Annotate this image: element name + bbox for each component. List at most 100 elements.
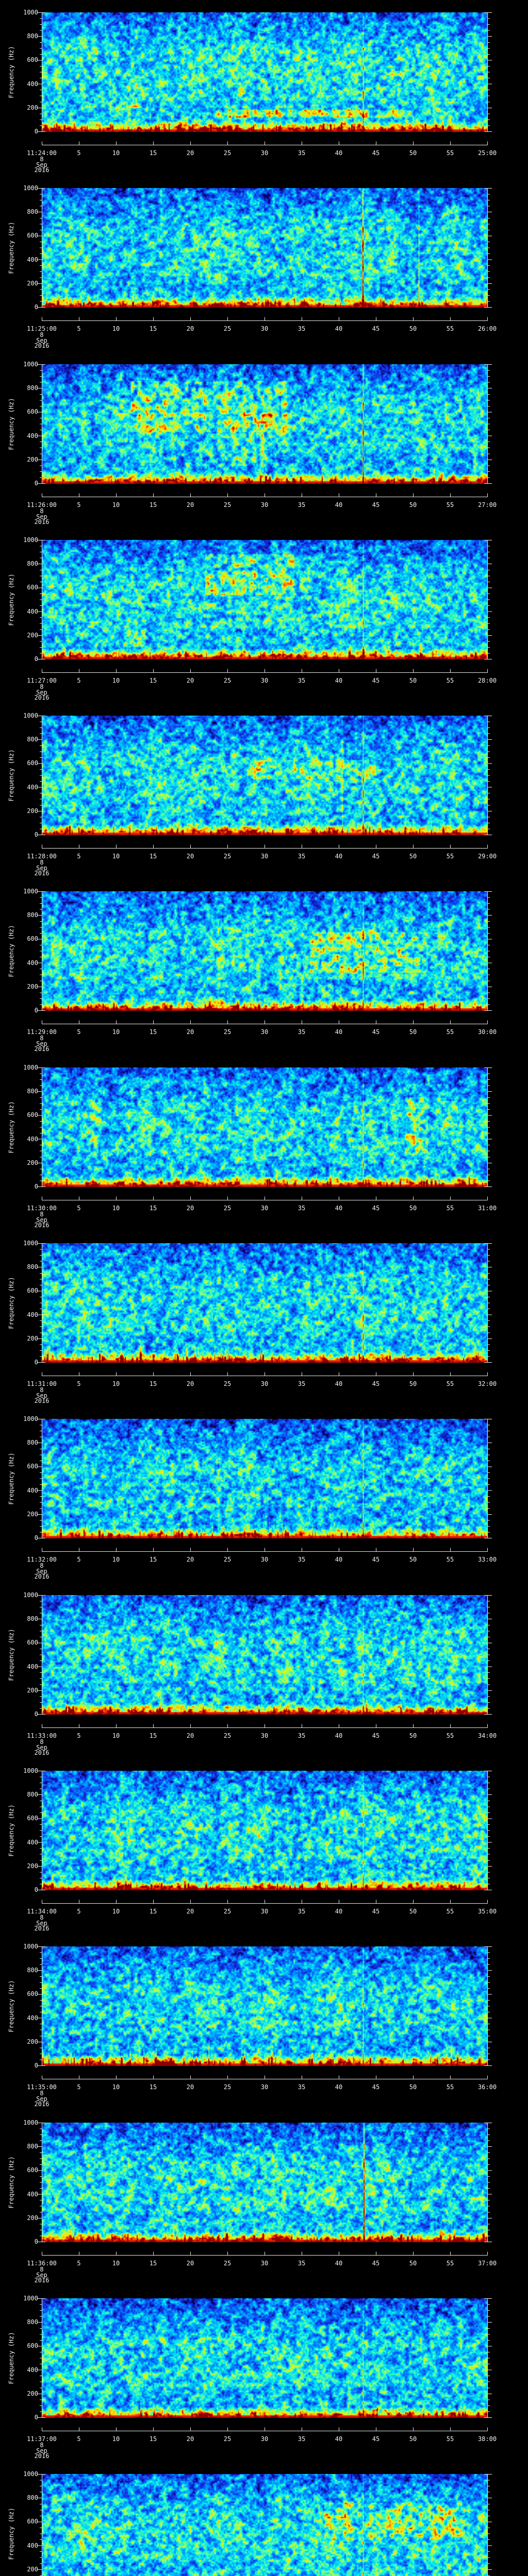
y-axis-title: Frequency (Hz) <box>8 925 15 977</box>
x-tick-label: 25 <box>223 1028 232 1036</box>
x-tick-label: 20 <box>186 853 194 860</box>
spectrogram-panel: Frequency (Hz)1000800600400200011:38:005… <box>0 2462 528 2576</box>
spectrogram-panel: Frequency (Hz) 1000 800 600 400 200 0 11:35:00 5… <box>0 1934 528 2110</box>
y-tick-label: 200 <box>27 631 38 639</box>
x-tick-label: 25 <box>223 1732 232 1739</box>
x-tick-label: 40 <box>335 677 343 684</box>
x-tick-label: 45 <box>372 1028 380 1036</box>
y-tick-label: 800 <box>27 1263 38 1271</box>
x-tick-label: 50 <box>409 1380 417 1387</box>
date-label: 8 Sep 2016 <box>35 1739 50 1755</box>
y-tick-label: 400 <box>27 1311 38 1318</box>
y-tick-label: 400 <box>27 2014 38 2022</box>
y-axis-title: Frequency (Hz) <box>8 398 15 450</box>
y-tick-label: 600 <box>27 2342 38 2350</box>
x-tick-label: 55 <box>446 2435 454 2443</box>
y-tick-label: 600 <box>27 1111 38 1119</box>
x-tick-label: 15 <box>149 2083 157 2091</box>
y-tick-label: 800 <box>27 1088 38 1095</box>
date-line: 2016 <box>34 166 50 174</box>
y-tick-label: 1000 <box>23 2470 38 2478</box>
x-tick-label: 25 <box>223 149 232 157</box>
date-label: 8 Sep 2016 <box>35 2090 50 2107</box>
date-label: 8 Sep 2016 <box>35 1035 50 1052</box>
y-tick-label: 600 <box>27 1815 38 1822</box>
y-tick-label: 1000 <box>23 1767 38 1774</box>
x-tick-label: 10 <box>112 2083 120 2091</box>
x-tick-label: 40 <box>335 1380 343 1387</box>
x-tick-label: 50 <box>409 1205 417 1212</box>
x-tick-label: 5 <box>77 2083 81 2091</box>
spectrogram-panel: Frequency (Hz) 1000 800 600 400 200 0 11:36:00 5… <box>0 2110 528 2286</box>
y-tick-label: 0 <box>34 1359 38 1366</box>
x-tick-label: 15 <box>149 677 157 684</box>
x-tick-label: 50 <box>409 2260 417 2267</box>
y-tick-label: 200 <box>27 1510 38 1518</box>
x-tick-label: 50 <box>409 149 417 157</box>
date-line: 2016 <box>34 2277 50 2284</box>
x-tick-label: 10 <box>112 325 120 332</box>
y-axis-title: Frequency (Hz) <box>8 573 15 626</box>
x-tick-label: 10 <box>112 1732 120 1739</box>
x-tick-label: 35 <box>298 1380 306 1387</box>
date-label: 8 Sep 2016 <box>34 2266 50 2284</box>
x-tick-label: 15 <box>149 149 157 157</box>
x-tick-label: 30 <box>260 325 269 332</box>
y-tick-label: 400 <box>27 2541 38 2549</box>
x-tick-label: 45 <box>372 1556 380 1563</box>
spectrogram-figure: Frequency (Hz) 1000 800 600 400 200 0 11:24:00 5… <box>0 0 528 2576</box>
x-tick-label: 50 <box>409 325 417 332</box>
y-tick-label: 0 <box>34 1534 38 1541</box>
date-line: 2016 <box>34 1573 50 1580</box>
x-tick-label: 50 <box>409 1028 417 1036</box>
y-tick-label: 1000 <box>23 1064 38 1071</box>
date-label: 8 Sep 2016 <box>34 1563 50 1580</box>
date-label: 8 Sep 2016 <box>34 156 50 174</box>
x-tick-label: 50 <box>409 677 417 684</box>
y-tick-label: 800 <box>27 1967 38 1974</box>
y-tick-label: 600 <box>27 1287 38 1295</box>
x-tick-label: 25 <box>223 853 232 860</box>
x-tick-label: 30 <box>260 2083 269 2091</box>
y-tick-label: 1000 <box>23 2295 38 2302</box>
y-tick-label: 800 <box>27 384 38 392</box>
spectrogram-panel: Frequency (Hz) 1000 800 600 400 200 0 11:25:00 5… <box>0 176 528 352</box>
date-label: 8 Sep 2016 <box>35 1387 50 1403</box>
y-tick-label: 600 <box>27 1463 38 1470</box>
x-tick-label: 25 <box>223 2435 232 2443</box>
spectrogram-panel: Frequency (Hz) 1000 800 600 400 200 0 11:27:00 5… <box>0 528 528 704</box>
x-tick-label: 40 <box>335 501 343 509</box>
x-tick-label: 5 <box>77 2260 81 2267</box>
x-tick-label: 55 <box>446 1028 454 1036</box>
x-tick-label: 5 <box>77 1028 81 1036</box>
y-tick-label: 400 <box>27 959 38 967</box>
y-tick-label: 800 <box>27 2143 38 2150</box>
date-label: 8 Sep 2016 <box>35 2442 50 2459</box>
x-tick-label: 50 <box>409 2435 417 2443</box>
x-tick-label: 55 <box>446 2083 454 2091</box>
y-tick-label: 400 <box>27 80 38 88</box>
x-tick-label: 45 <box>372 2083 380 2091</box>
date-line: 2016 <box>34 694 50 701</box>
y-tick-label: 400 <box>27 1135 38 1143</box>
y-tick-label: 600 <box>27 2518 38 2526</box>
y-tick-label: 1000 <box>23 1943 38 1950</box>
y-tick-label: 0 <box>34 2238 38 2245</box>
x-tick-label: 50 <box>409 1556 417 1563</box>
x-tick-label: 30 <box>260 2260 269 2267</box>
x-tick-label: 35 <box>298 1205 306 1212</box>
x-tick-label-end-time: 36:00 <box>477 2083 497 2091</box>
spectrogram-panel: Frequency (Hz) 1000 800 600 400 200 0 11:37:00 5… <box>0 2286 528 2462</box>
x-tick-label: 35 <box>298 149 306 157</box>
x-tick-label: 15 <box>149 2435 157 2443</box>
y-tick-label: 200 <box>27 1862 38 1870</box>
x-tick-label: 35 <box>298 1556 306 1563</box>
y-tick-label: 200 <box>27 279 38 287</box>
y-tick-label: 800 <box>27 560 38 568</box>
x-tick-label: 10 <box>112 1908 120 1915</box>
x-tick-label: 40 <box>335 2435 343 2443</box>
x-tick-label: 55 <box>446 1556 454 1563</box>
x-tick-label: 55 <box>446 1380 454 1387</box>
spectrogram-panel: Frequency (Hz) 1000 800 600 400 200 0 11:28:00 5… <box>0 703 528 879</box>
x-tick-label-end-time: 29:00 <box>477 853 497 860</box>
